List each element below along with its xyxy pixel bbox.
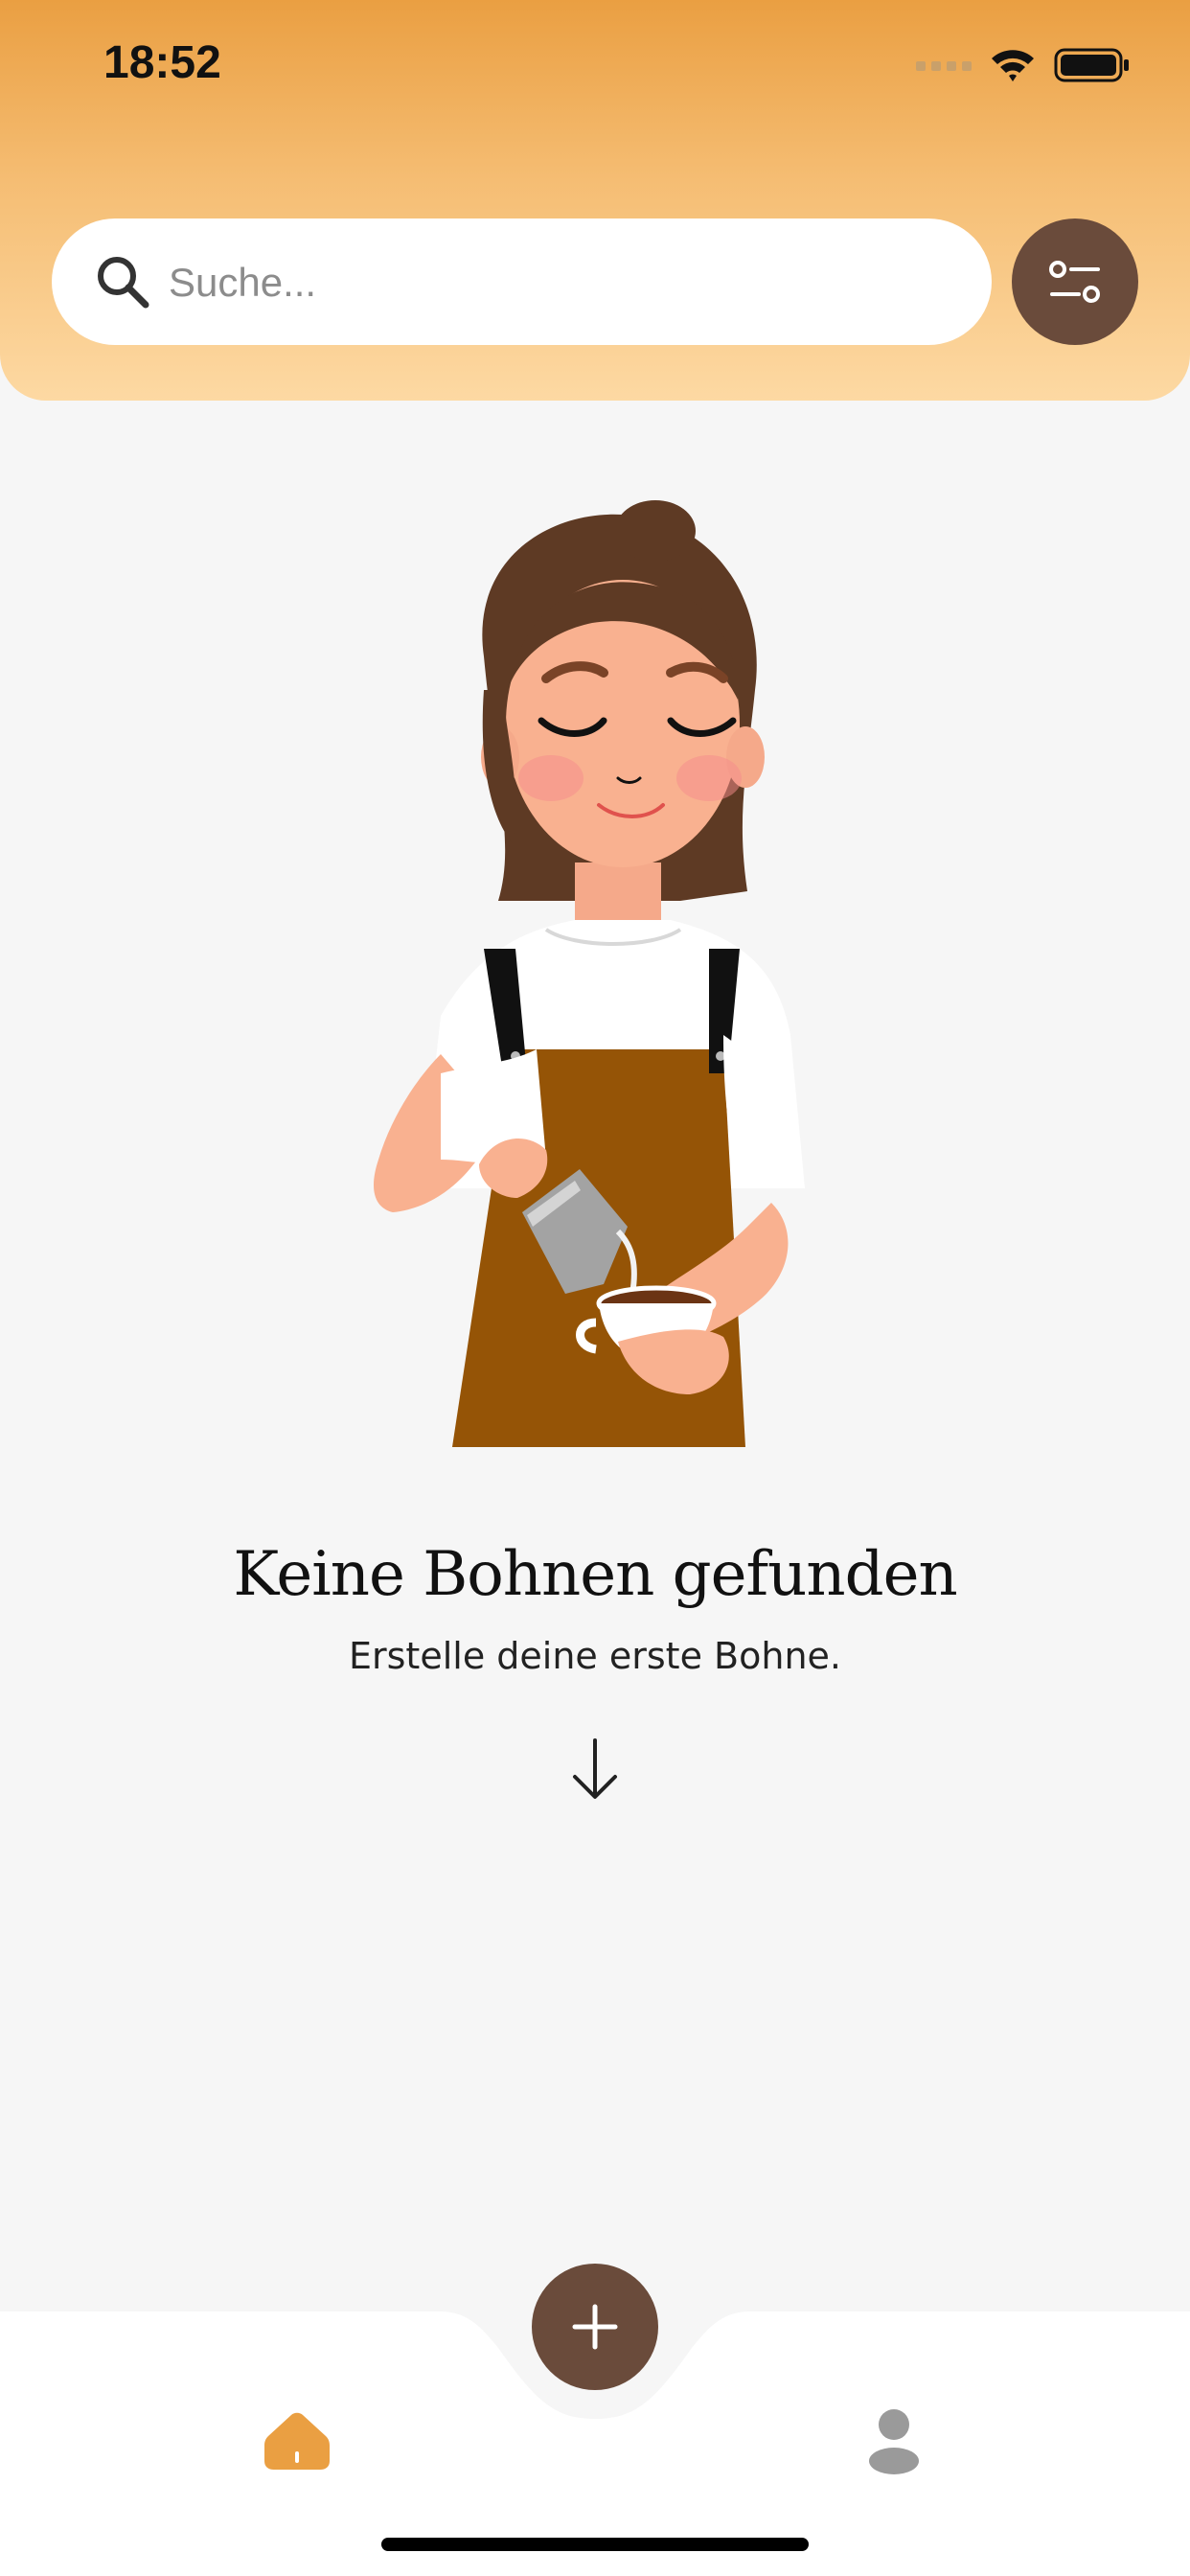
search-icon [98, 257, 149, 309]
search-input[interactable] [167, 253, 956, 312]
home-icon [264, 2412, 330, 2470]
arrow-down-icon [573, 1738, 617, 1799]
search-bar[interactable] [52, 218, 992, 345]
status-icons [916, 44, 1131, 86]
tab-profile[interactable] [862, 2407, 926, 2474]
cellular-signal-icon [916, 61, 972, 71]
tab-home[interactable] [261, 2409, 333, 2472]
plus-icon [572, 2304, 618, 2350]
wifi-icon [992, 50, 1034, 81]
home-indicator [381, 2538, 809, 2551]
empty-state-title: Keine Bohnen gefunden [233, 1539, 957, 1610]
status-time: 18:52 [103, 37, 221, 88]
battery-icon [1054, 48, 1129, 82]
person-icon [869, 2409, 919, 2474]
filter-button[interactable] [1012, 218, 1138, 345]
empty-state-subtitle: Erstelle deine erste Bohne. [349, 1635, 841, 1677]
add-bean-button[interactable] [532, 2264, 658, 2390]
barista-illustration [374, 500, 805, 1447]
sliders-icon [1049, 261, 1100, 303]
